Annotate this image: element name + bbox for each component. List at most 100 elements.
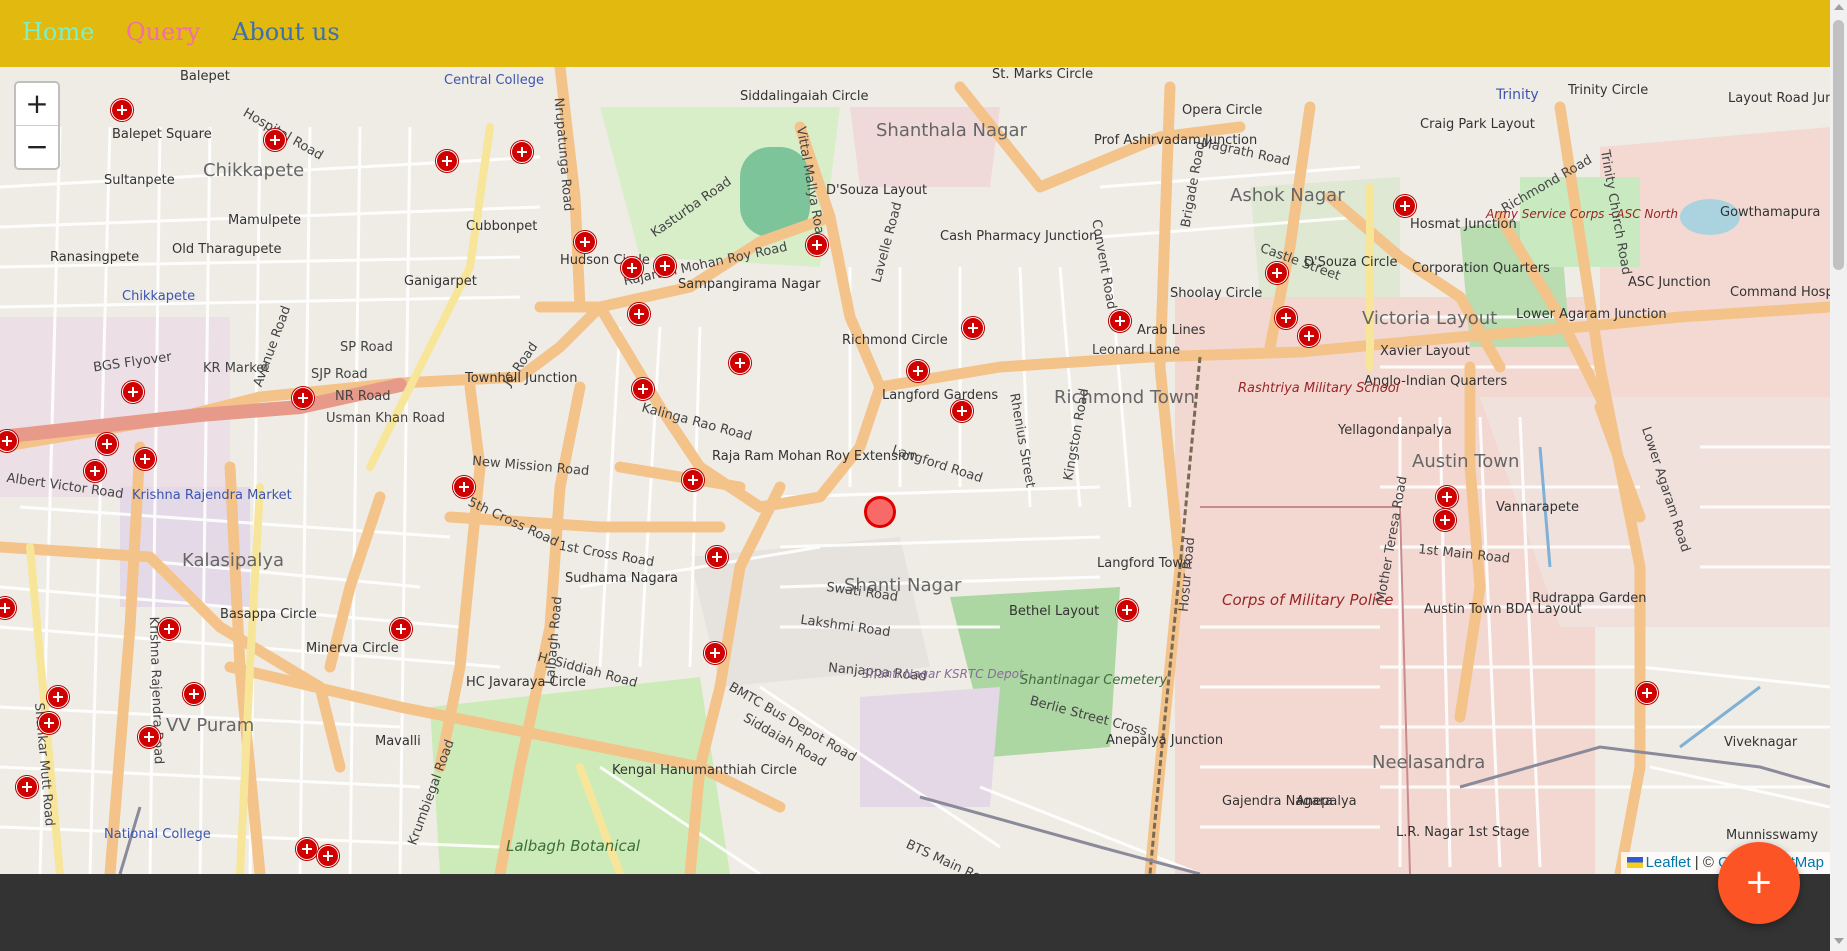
hospital-cross-icon[interactable]: [183, 683, 205, 705]
junction-label: Townhall Junction: [465, 371, 578, 386]
hospital-cross-icon[interactable]: [1436, 486, 1458, 508]
area-label: Kalasipalya: [182, 550, 285, 571]
hospital-cross-icon[interactable]: [1266, 262, 1288, 284]
area-label: Balepet: [180, 69, 230, 84]
area-label: Chikkapete: [203, 160, 305, 181]
area-label: Bethel Layout: [1009, 604, 1100, 619]
hospital-cross-icon[interactable]: [621, 257, 643, 279]
hospital-cross-icon[interactable]: [111, 99, 133, 121]
hospital-cross-icon[interactable]: [682, 469, 704, 491]
scroll-up-arrow-icon[interactable]: [1834, 4, 1844, 10]
hospital-cross-icon[interactable]: [632, 378, 654, 400]
hospital-cross-icon[interactable]: [317, 845, 339, 867]
hospital-cross-icon[interactable]: [436, 150, 458, 172]
page-scrollbar[interactable]: [1830, 0, 1847, 951]
area-label: Neelasandra: [1372, 752, 1486, 773]
area-label: L.R. Nagar 1st Stage: [1396, 825, 1530, 840]
zoom-in-button[interactable]: +: [16, 83, 58, 125]
area-label: Victoria Layout: [1362, 308, 1498, 329]
area-label: Langford Gardens: [882, 388, 999, 403]
nav-query-link[interactable]: Query: [126, 18, 200, 46]
junction-label: Prof Ashirvadam Junction: [1094, 133, 1258, 148]
hospital-cross-icon[interactable]: [706, 546, 728, 568]
hospital-cross-icon[interactable]: [1109, 310, 1131, 332]
nav-about-link[interactable]: About us: [232, 18, 340, 46]
road-label: Leonard Lane: [1092, 343, 1181, 358]
hospital-cross-icon[interactable]: [38, 712, 60, 734]
junction-label: Shoolay Circle: [1170, 286, 1263, 301]
poi-label: Trinity: [1496, 87, 1539, 103]
hospital-cross-icon[interactable]: [1394, 195, 1416, 217]
map-container[interactable]: Chikkapete Shanthala Nagar Ashok Nagar R…: [0, 67, 1830, 874]
park-label: Lalbagh Botanical: [506, 837, 641, 855]
add-floating-button[interactable]: +: [1718, 842, 1800, 924]
area-label: Viveknagar: [1724, 735, 1798, 750]
military-label: Army Service Corps - ASC North: [1486, 207, 1678, 221]
junction-label: Basappa Circle: [220, 607, 317, 622]
scroll-down-arrow-icon[interactable]: [1834, 938, 1844, 944]
leaflet-link[interactable]: Leaflet: [1646, 854, 1691, 871]
area-label: Munnisswamy: [1726, 828, 1819, 843]
hospital-cross-icon[interactable]: [1434, 509, 1456, 531]
area-label: Yellagondanpalya: [1338, 423, 1452, 438]
park-label: Shantinagar Cemetery: [1020, 673, 1168, 688]
poi-label: Chikkapete: [122, 289, 196, 304]
ukraine-flag-icon: [1626, 857, 1643, 868]
top-navbar: Home Query About us: [0, 0, 1830, 67]
hospital-cross-icon[interactable]: [47, 686, 69, 708]
junction-label: ASC Junction: [1628, 275, 1711, 290]
area-label: Corporation Quarters: [1412, 261, 1550, 276]
hospital-cross-icon[interactable]: [292, 387, 314, 409]
hospital-cross-icon[interactable]: [962, 317, 984, 339]
hospital-cross-icon[interactable]: [122, 381, 144, 403]
area-label: Mamulpete: [228, 213, 302, 228]
hospital-cross-icon[interactable]: [951, 400, 973, 422]
hospital-cross-icon[interactable]: [16, 776, 38, 798]
hospital-cross-icon[interactable]: [96, 433, 118, 455]
junction-label: HC Javaraya Circle: [466, 675, 587, 690]
zoom-out-button[interactable]: −: [16, 125, 58, 168]
zoom-control: + −: [14, 81, 60, 170]
road-label: SJP Road: [311, 367, 368, 382]
hospital-cross-icon[interactable]: [907, 360, 929, 382]
area-label: Mavalli: [375, 734, 421, 749]
hospital-cross-icon[interactable]: [729, 352, 751, 374]
area-label: Ranasingpete: [50, 250, 140, 265]
hospital-cross-icon[interactable]: [158, 618, 180, 640]
hospital-cross-icon[interactable]: [1298, 325, 1320, 347]
hospital-cross-icon[interactable]: [296, 838, 318, 860]
scrollbar-thumb[interactable]: [1833, 20, 1844, 270]
area-label: Austin Town BDA Layout: [1424, 602, 1582, 617]
hospital-cross-icon[interactable]: [1116, 599, 1138, 621]
poi-label: Central College: [444, 73, 544, 88]
hospital-cross-icon[interactable]: [511, 141, 533, 163]
road-label: Usman Khan Road: [326, 411, 446, 426]
junction-label: St. Marks Circle: [992, 67, 1094, 82]
area-label: Arab Lines: [1137, 323, 1206, 338]
hospital-cross-icon[interactable]: [134, 448, 156, 470]
page-footer: [0, 874, 1830, 951]
junction-label: Richmond Circle: [842, 333, 948, 348]
hospital-cross-icon[interactable]: [574, 231, 596, 253]
junction-label: Minerva Circle: [306, 641, 399, 656]
area-label: Raja Ram Mohan Roy Extension: [712, 449, 918, 464]
hospital-cross-icon[interactable]: [138, 726, 160, 748]
hospital-cross-icon[interactable]: [1275, 307, 1297, 329]
junction-label: Trinity Circle: [1568, 83, 1649, 98]
hospital-cross-icon[interactable]: [264, 129, 286, 151]
military-label: Rashtriya Military School: [1238, 381, 1400, 396]
hospital-cross-icon[interactable]: [453, 476, 475, 498]
hospital-cross-icon[interactable]: [704, 642, 726, 664]
hospital-cross-icon[interactable]: [654, 255, 676, 277]
hospital-cross-icon[interactable]: [84, 460, 106, 482]
current-location-circle-icon[interactable]: [864, 496, 896, 528]
hospital-cross-icon[interactable]: [1636, 682, 1658, 704]
poi-label: National College: [104, 827, 211, 842]
hospital-cross-icon[interactable]: [390, 618, 412, 640]
attribution-separator: | ©: [1690, 854, 1719, 871]
hospital-cross-icon[interactable]: [628, 303, 650, 325]
nav-home-link[interactable]: Home: [22, 18, 94, 46]
hospital-cross-icon[interactable]: [806, 234, 828, 256]
area-label: Ganigarpet: [404, 274, 477, 289]
junction-label: Anepalya Junction: [1106, 733, 1224, 748]
